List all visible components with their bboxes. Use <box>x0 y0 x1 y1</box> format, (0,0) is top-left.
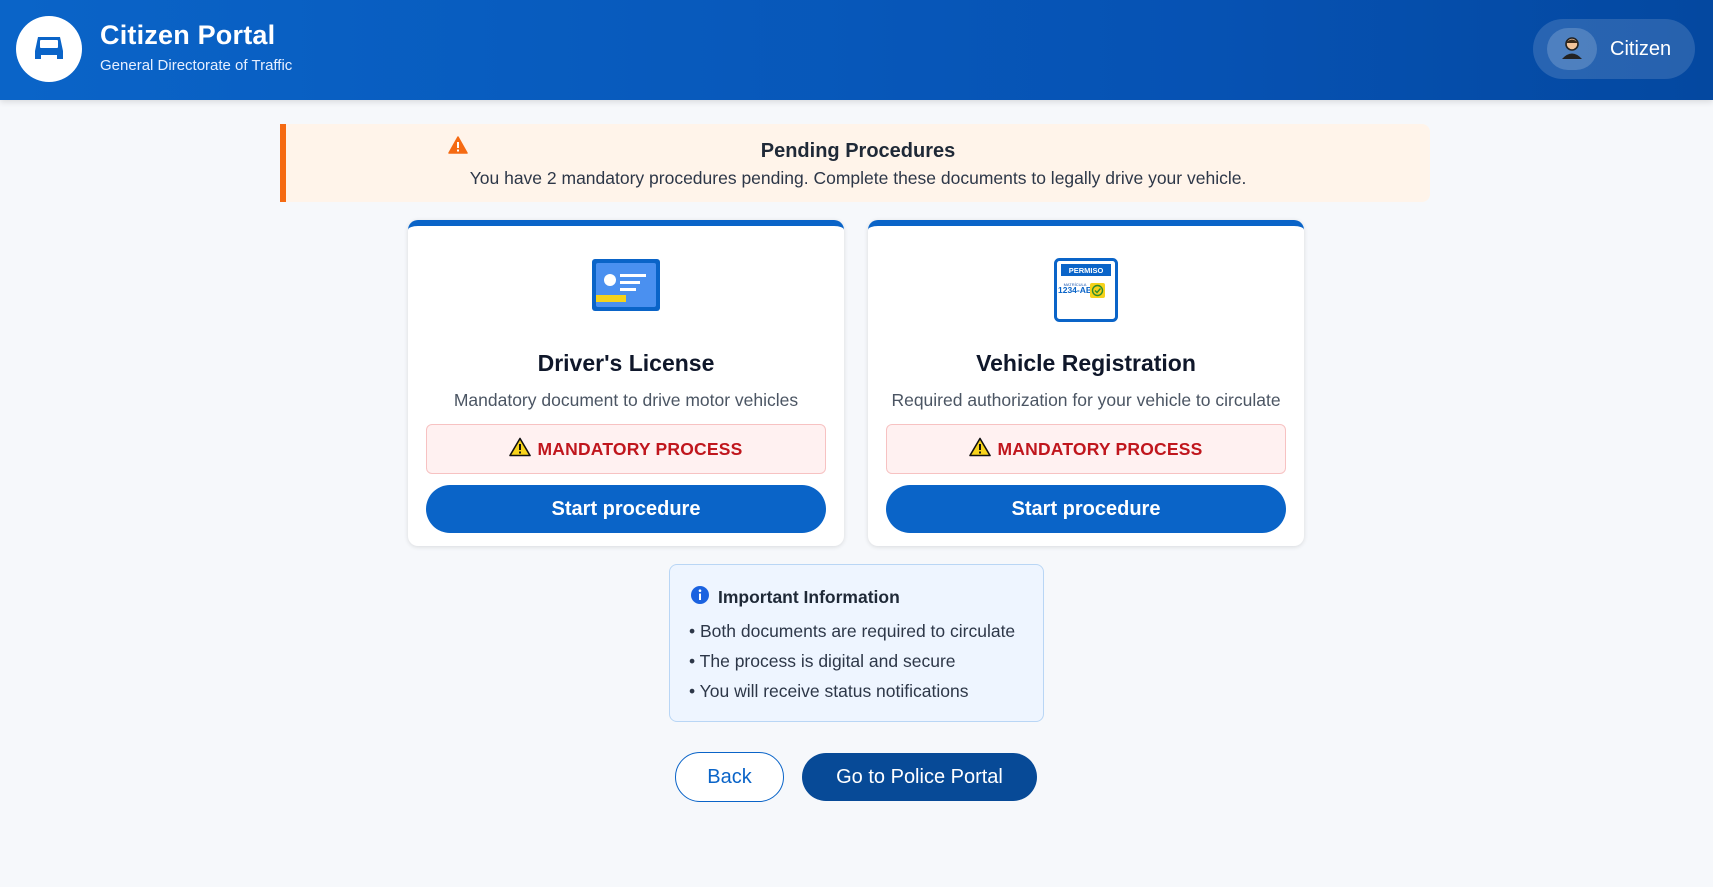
info-icon <box>690 585 710 610</box>
info-header: Important Information <box>690 585 900 610</box>
list-item: • You will receive status notifications <box>689 681 969 701</box>
portal-title: Citizen Portal <box>100 20 276 50</box>
start-procedure-button[interactable]: Start procedure <box>426 485 826 533</box>
pending-procedures-alert: Pending Procedures You have 2 mandatory … <box>280 124 1430 202</box>
warning-icon <box>509 437 532 462</box>
info-list: • Both documents are required to circula… <box>689 621 1015 711</box>
back-button[interactable]: Back <box>675 752 784 802</box>
portal-logo[interactable] <box>16 16 82 82</box>
person-icon <box>1559 34 1585 65</box>
list-item: • The process is digital and secure <box>689 651 956 671</box>
start-procedure-button[interactable]: Start procedure <box>886 485 1286 533</box>
important-information-box: Important Information • Both documents a… <box>669 564 1044 722</box>
user-menu[interactable]: Citizen <box>1533 19 1695 79</box>
mandatory-badge: MANDATORY PROCESS <box>426 424 826 474</box>
alert-message: You have 2 mandatory procedures pending.… <box>469 168 1247 188</box>
list-item: • Both documents are required to circula… <box>689 621 1016 641</box>
badge-label: MANDATORY PROCESS <box>537 438 743 459</box>
mandatory-badge: MANDATORY PROCESS <box>886 424 1286 474</box>
warning-icon <box>969 437 992 462</box>
svg-text:PERMISO: PERMISO <box>1069 266 1104 275</box>
card-title: Driver's License <box>537 350 715 376</box>
card-title: Vehicle Registration <box>976 350 1196 376</box>
id-card-icon <box>408 258 844 312</box>
top-header: Citizen Portal General Directorate of Tr… <box>0 0 1713 100</box>
card-description: Mandatory document to drive motor vehicl… <box>453 390 799 410</box>
user-name: Citizen <box>1610 37 1672 60</box>
drivers-license-card: Driver's License Mandatory document to d… <box>408 220 844 546</box>
car-icon <box>31 29 67 70</box>
alert-title: Pending Procedures <box>760 140 956 162</box>
vehicle-registration-card: PERMISO MATRÍCULA 1234-ABC Vehicle Regis… <box>868 220 1304 546</box>
info-title: Important Information <box>718 587 900 607</box>
card-description: Required authorization for your vehicle … <box>891 390 1281 410</box>
police-portal-button[interactable]: Go to Police Portal <box>802 753 1037 801</box>
vehicle-permit-icon: PERMISO MATRÍCULA 1234-ABC <box>868 258 1304 322</box>
avatar <box>1547 28 1597 70</box>
portal-subtitle: General Directorate of Traffic <box>100 57 293 74</box>
badge-label: MANDATORY PROCESS <box>997 438 1203 459</box>
